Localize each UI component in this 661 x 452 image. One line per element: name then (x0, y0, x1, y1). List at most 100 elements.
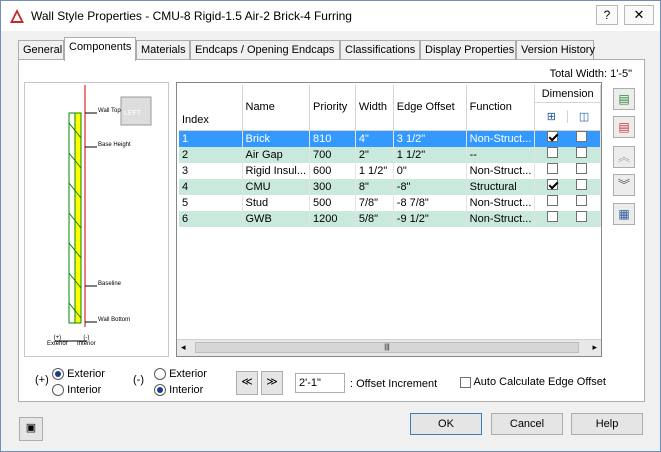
dimension-edges-checkbox[interactable] (576, 131, 588, 143)
col-dimension[interactable]: Dimension ⊞ ◫ (534, 85, 601, 131)
cell-index[interactable]: 6 (179, 210, 243, 227)
cell-width[interactable]: 1 1/2" (355, 162, 394, 179)
tab-components[interactable]: Components (64, 37, 136, 61)
dimension-edges-checkbox[interactable] (576, 147, 588, 159)
scroll-left-icon[interactable]: ◂ (181, 342, 186, 353)
cell-priority[interactable]: 500 (309, 194, 356, 211)
grid-horizontal-scrollbar[interactable]: ◂ ||| ▸ (177, 339, 601, 356)
component-details-button[interactable]: ▦ (613, 203, 635, 225)
cell-name[interactable]: Stud (242, 194, 311, 211)
cell-function[interactable]: -- (466, 146, 536, 163)
col-name[interactable]: Name (242, 85, 311, 131)
offset-right-button[interactable]: ≫ (261, 371, 283, 395)
close-button[interactable]: ✕ (624, 5, 654, 25)
dimension-center-checkbox[interactable] (547, 131, 559, 143)
dimension-edges-checkbox[interactable] (576, 195, 588, 207)
radio-minus-interior[interactable] (154, 384, 166, 397)
cell-priority[interactable]: 1200 (309, 210, 356, 227)
cell-priority[interactable]: 600 (309, 162, 356, 179)
dimension-center-checkbox[interactable] (547, 211, 559, 223)
tab-version-history[interactable]: Version History (516, 40, 595, 60)
table-row[interactable]: 4 CMU 300 8" -8" Structural (179, 178, 601, 195)
cell-edge-offset[interactable]: -9 1/2" (393, 210, 467, 227)
auto-calc-option[interactable]: Auto Calculate Edge Offset (460, 376, 606, 388)
dimension-center-checkbox[interactable] (547, 179, 559, 191)
col-index[interactable]: Index (179, 85, 243, 131)
cell-index[interactable]: 1 (179, 130, 243, 147)
offset-increment-input[interactable]: 2'-1" (295, 373, 345, 393)
components-grid[interactable]: Index Name Priority Width Edge Offset Fu… (176, 82, 602, 357)
auto-calc-checkbox[interactable] (460, 376, 471, 388)
cell-function[interactable]: Non-Struct... (466, 130, 536, 147)
cell-function[interactable]: Non-Struct... (466, 194, 536, 211)
cell-width[interactable]: 7/8" (355, 194, 394, 211)
table-row[interactable]: 2 Air Gap 700 2" 1 1/2" -- (179, 146, 601, 163)
cell-priority[interactable]: 700 (309, 146, 356, 163)
cell-name[interactable]: Brick (242, 130, 311, 147)
radio-plus-exterior[interactable] (52, 368, 64, 381)
cell-priority[interactable]: 300 (309, 178, 356, 195)
cell-width[interactable]: 2" (355, 146, 394, 163)
plus-interior-option[interactable]: Interior (52, 384, 101, 397)
cell-edge-offset[interactable]: -8 7/8" (393, 194, 467, 211)
minus-exterior-option[interactable]: Exterior (154, 368, 207, 381)
col-function[interactable]: Function (466, 85, 536, 131)
minus-interior-option[interactable]: Interior (154, 384, 203, 397)
cell-name[interactable]: Air Gap (242, 146, 311, 163)
cell-width[interactable]: 4" (355, 130, 394, 147)
plus-exterior-option[interactable]: Exterior (52, 368, 105, 381)
move-down-button[interactable]: ︾ (613, 174, 635, 196)
help-button[interactable]: Help (571, 413, 643, 435)
move-up-button[interactable]: ︽ (613, 146, 635, 168)
cell-edge-offset[interactable]: 0" (393, 162, 467, 179)
dimension-edges-checkbox[interactable] (576, 163, 588, 175)
cell-name[interactable]: Rigid Insul... (242, 162, 311, 179)
cell-name[interactable]: CMU (242, 178, 311, 195)
tab-display-properties[interactable]: Display Properties (420, 40, 516, 60)
cell-index[interactable]: 4 (179, 178, 243, 195)
cancel-button[interactable]: Cancel (491, 413, 563, 435)
cell-function[interactable]: Structural (466, 178, 536, 195)
dimension-edges-checkbox[interactable] (576, 211, 588, 223)
cell-width[interactable]: 8" (355, 178, 394, 195)
tab-classifications[interactable]: Classifications (340, 40, 420, 60)
dimension-center-checkbox[interactable] (547, 147, 559, 159)
offset-left-button[interactable]: ≪ (236, 371, 258, 395)
table-row[interactable]: 6 GWB 1200 5/8" -9 1/2" Non-Struct... (179, 210, 601, 227)
cell-edge-offset[interactable]: 1 1/2" (393, 146, 467, 163)
col-edge-offset[interactable]: Edge Offset (393, 85, 467, 131)
cell-name[interactable]: GWB (242, 210, 311, 227)
table-row[interactable]: 1 Brick 810 4" 3 1/2" Non-Struct... (179, 130, 601, 147)
dimension-center-checkbox[interactable] (547, 163, 559, 175)
radio-minus-exterior[interactable] (154, 368, 166, 381)
cell-edge-offset[interactable]: 3 1/2" (393, 130, 467, 147)
scroll-right-icon[interactable]: ▸ (592, 342, 597, 353)
table-row[interactable]: 5 Stud 500 7/8" -8 7/8" Non-Struct... (179, 194, 601, 211)
tab-endcaps[interactable]: Endcaps / Opening Endcaps (190, 40, 340, 60)
scroll-thumb[interactable]: ||| (195, 342, 579, 353)
lock-icon-button[interactable]: ▣ (19, 417, 43, 441)
cell-function[interactable]: Non-Struct... (466, 162, 536, 179)
dimension-edges-checkbox[interactable] (576, 179, 588, 191)
col-width[interactable]: Width (355, 85, 394, 131)
cell-index[interactable]: 3 (179, 162, 243, 179)
ok-button[interactable]: OK (410, 413, 482, 435)
cell-width[interactable]: 5/8" (355, 210, 394, 227)
title-help-button[interactable]: ? (596, 5, 618, 25)
cell-edge-offset[interactable]: -8" (393, 178, 467, 195)
cell-priority[interactable]: 810 (309, 130, 356, 147)
cell-index[interactable]: 5 (179, 194, 243, 211)
dimension-center-checkbox[interactable] (547, 195, 559, 207)
add-component-button[interactable]: ▤ (613, 88, 635, 110)
cell-index[interactable]: 2 (179, 146, 243, 163)
document-icon: ▣ (25, 422, 37, 434)
delete-component-button[interactable]: ▤ (613, 116, 635, 138)
tab-materials[interactable]: Materials (136, 40, 190, 60)
tab-general[interactable]: General (18, 40, 64, 60)
col-priority[interactable]: Priority (309, 85, 356, 131)
total-width-label: Total Width: 1'-5" (549, 68, 632, 80)
cell-function[interactable]: Non-Struct... (466, 210, 536, 227)
radio-plus-interior[interactable] (52, 384, 64, 397)
table-row[interactable]: 3 Rigid Insul... 600 1 1/2" 0" Non-Struct... (179, 162, 601, 179)
view-cube-label[interactable]: LEFT (124, 110, 141, 117)
